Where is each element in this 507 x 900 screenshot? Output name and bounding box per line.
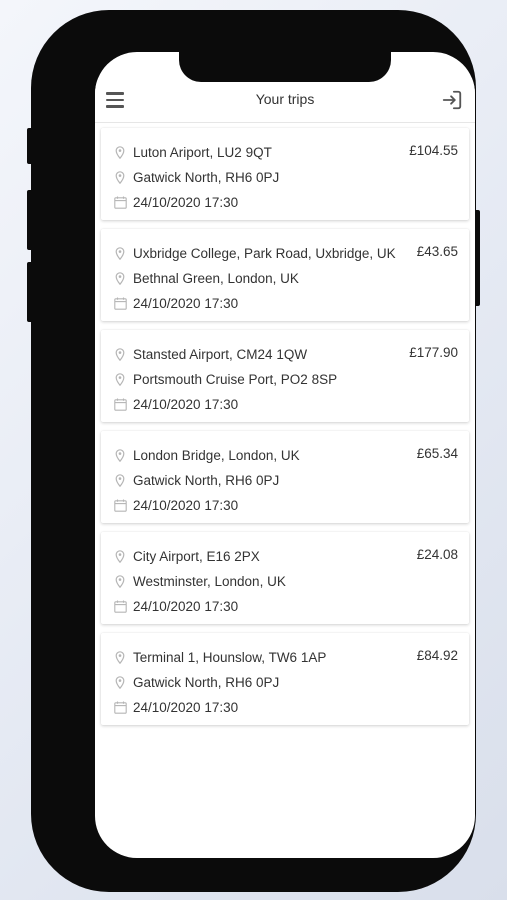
trip-card[interactable]: Stansted Airport, CM24 1QW Portsmouth Cr…: [101, 330, 469, 422]
trip-date: 24/10/2020 17:30: [113, 294, 238, 312]
trip-origin-text: Terminal 1, Hounslow, TW6 1AP: [133, 649, 327, 665]
trip-origin-text: Uxbridge College, Park Road, Uxbridge, U…: [133, 245, 396, 261]
trip-origin-text: Luton Ariport, LU2 9QT: [133, 144, 272, 160]
trip-price: £104.55: [409, 143, 458, 158]
trip-price: £43.65: [416, 244, 458, 259]
trip-date-text: 24/10/2020 17:30: [133, 497, 239, 513]
calendar-icon: [113, 296, 127, 310]
trip-card[interactable]: Terminal 1, Hounslow, TW6 1AP Gatwick No…: [101, 633, 469, 725]
map-pin-icon: [113, 675, 127, 689]
calendar-icon: [113, 195, 127, 209]
trip-destination: Portsmouth Cruise Port, PO2 8SP: [113, 370, 337, 388]
trip-date: 24/10/2020 17:30: [113, 698, 238, 716]
trip-origin: Terminal 1, Hounslow, TW6 1AP: [113, 648, 326, 666]
trip-price: £24.08: [416, 547, 458, 562]
trip-destination-text: Westminster, London, UK: [133, 573, 286, 589]
trip-date-text: 24/10/2020 17:30: [133, 396, 239, 412]
calendar-icon: [113, 700, 127, 714]
trip-price: £65.34: [416, 446, 458, 461]
map-pin-icon: [113, 473, 127, 487]
trip-origin: London Bridge, London, UK: [113, 446, 300, 464]
phone-frame: Your trips Luton Ariport, LU2 9QT Gatwic…: [31, 10, 476, 892]
trip-origin: Luton Ariport, LU2 9QT: [113, 143, 272, 161]
trip-destination-text: Gatwick North, RH6 0PJ: [133, 169, 280, 185]
trip-date: 24/10/2020 17:30: [113, 496, 238, 514]
app-header: Your trips: [95, 78, 475, 123]
map-pin-icon: [113, 347, 127, 361]
map-pin-icon: [113, 549, 127, 563]
trip-card[interactable]: London Bridge, London, UK Gatwick North,…: [101, 431, 469, 523]
trip-date: 24/10/2020 17:30: [113, 193, 238, 211]
trip-date-text: 24/10/2020 17:30: [133, 295, 239, 311]
map-pin-icon: [113, 246, 127, 260]
trip-card[interactable]: Uxbridge College, Park Road, Uxbridge, U…: [101, 229, 469, 321]
trip-destination-text: Gatwick North, RH6 0PJ: [133, 674, 280, 690]
map-pin-icon: [113, 145, 127, 159]
trips-list: Luton Ariport, LU2 9QT Gatwick North, RH…: [101, 128, 469, 734]
trip-card[interactable]: City Airport, E16 2PX Westminster, Londo…: [101, 532, 469, 624]
logout-icon[interactable]: [441, 89, 463, 111]
trip-date-text: 24/10/2020 17:30: [133, 598, 239, 614]
map-pin-icon: [113, 574, 127, 588]
calendar-icon: [113, 599, 127, 613]
phone-screen: Your trips Luton Ariport, LU2 9QT Gatwic…: [95, 52, 475, 858]
trip-destination-text: Bethnal Green, London, UK: [133, 270, 299, 286]
trip-origin-text: City Airport, E16 2PX: [133, 548, 260, 564]
trip-date: 24/10/2020 17:30: [113, 597, 238, 615]
trip-card[interactable]: Luton Ariport, LU2 9QT Gatwick North, RH…: [101, 128, 469, 220]
trip-destination: Bethnal Green, London, UK: [113, 269, 299, 287]
map-pin-icon: [113, 271, 127, 285]
trip-origin-text: London Bridge, London, UK: [133, 447, 300, 463]
trip-origin-text: Stansted Airport, CM24 1QW: [133, 346, 308, 362]
trip-destination-text: Portsmouth Cruise Port, PO2 8SP: [133, 371, 338, 387]
calendar-icon: [113, 498, 127, 512]
trip-date-text: 24/10/2020 17:30: [133, 699, 239, 715]
trip-origin: Uxbridge College, Park Road, Uxbridge, U…: [113, 244, 396, 262]
trip-price: £84.92: [416, 648, 458, 663]
map-pin-icon: [113, 170, 127, 184]
trip-destination: Gatwick North, RH6 0PJ: [113, 471, 279, 489]
trip-destination: Gatwick North, RH6 0PJ: [113, 673, 279, 691]
trip-destination: Gatwick North, RH6 0PJ: [113, 168, 279, 186]
phone-notch: [179, 42, 391, 82]
map-pin-icon: [113, 650, 127, 664]
trip-destination-text: Gatwick North, RH6 0PJ: [133, 472, 280, 488]
trip-origin: City Airport, E16 2PX: [113, 547, 260, 565]
trip-destination: Westminster, London, UK: [113, 572, 286, 590]
trip-price: £177.90: [409, 345, 458, 360]
page-title: Your trips: [255, 91, 315, 107]
trip-origin: Stansted Airport, CM24 1QW: [113, 345, 307, 363]
map-pin-icon: [113, 372, 127, 386]
map-pin-icon: [113, 448, 127, 462]
trip-date-text: 24/10/2020 17:30: [133, 194, 239, 210]
trip-date: 24/10/2020 17:30: [113, 395, 238, 413]
calendar-icon: [113, 397, 127, 411]
